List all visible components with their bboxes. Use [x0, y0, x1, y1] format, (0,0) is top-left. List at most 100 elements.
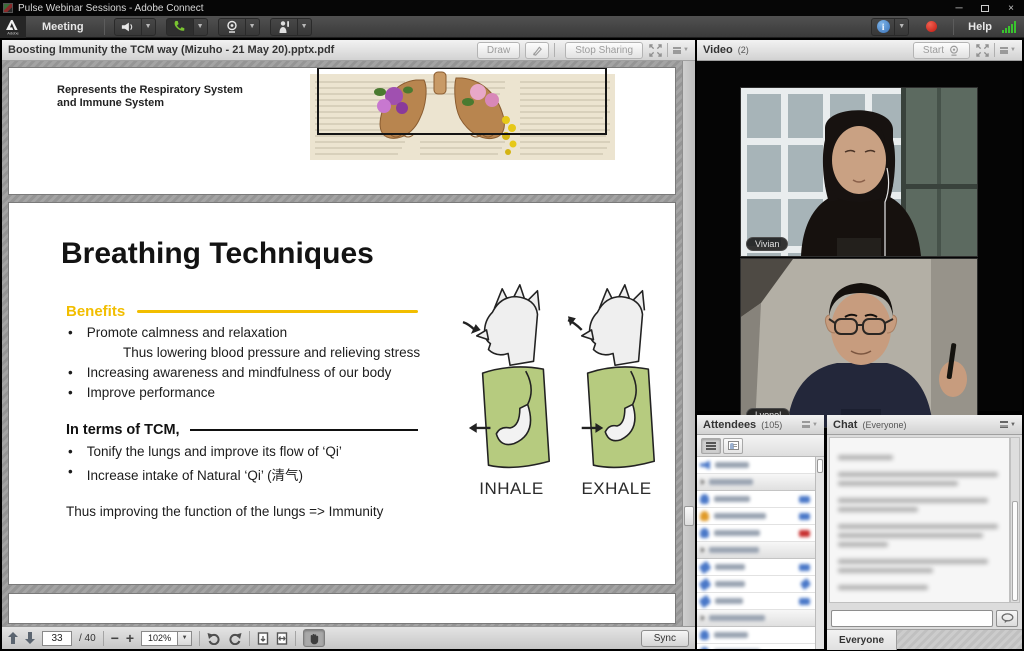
attendee-row-redacted[interactable] [697, 610, 815, 627]
pod-menu-icon [673, 47, 681, 54]
redo-button[interactable] [228, 632, 242, 645]
help-menu[interactable]: Help [968, 21, 992, 33]
zoom-in-button[interactable]: + [126, 631, 134, 645]
exhale-label: EXHALE [581, 479, 651, 499]
speaker-dropdown[interactable]: ▼ [142, 18, 156, 36]
raise-hand-button[interactable] [270, 18, 298, 36]
tab-everyone[interactable]: Everyone [827, 630, 897, 650]
attendees-pod: Attendees (105) ▼ [697, 415, 824, 649]
page-down-button[interactable] [25, 632, 35, 644]
attendees-scrollbar-thumb[interactable] [817, 459, 823, 473]
status-view-button[interactable] [723, 438, 743, 454]
phone-dropdown[interactable]: ▼ [194, 18, 208, 36]
pointer-pen-icon [532, 45, 543, 56]
speaker-button[interactable] [114, 18, 142, 36]
attendee-row-content [700, 547, 812, 553]
attendee-role-icon [698, 594, 711, 607]
attendees-scrollbar[interactable] [815, 457, 824, 649]
attendee-row-redacted[interactable] [697, 576, 815, 593]
close-button[interactable]: × [998, 0, 1024, 16]
webcam-button[interactable] [218, 18, 246, 36]
phone-icon [173, 20, 187, 34]
attendee-row-redacted[interactable] [697, 508, 815, 525]
attendee-row-redacted[interactable] [697, 457, 815, 474]
video-fullscreen-button[interactable] [976, 44, 989, 57]
pan-tool-button[interactable] [303, 629, 325, 647]
raise-hand-dropdown[interactable]: ▼ [298, 18, 312, 36]
group-expand-icon[interactable] [701, 547, 705, 553]
slide-closing-line: Thus improving the function of the lungs… [66, 504, 383, 519]
slide-page-next [8, 593, 676, 624]
attendee-row-content [700, 563, 812, 572]
zoom-out-button[interactable]: − [111, 631, 119, 645]
tcm-heading: In terms of TCM, [66, 422, 180, 438]
video-pod-header: Video (2) Start ▼ [697, 40, 1022, 61]
pod-menu-icon [1000, 47, 1008, 54]
chat-message-line-redacted [838, 542, 888, 547]
pointer-tool-button[interactable] [525, 42, 549, 59]
list-view-button[interactable] [701, 438, 721, 454]
chat-pod-menu-button[interactable]: ▼ [1000, 421, 1016, 428]
hand-icon [308, 632, 320, 645]
attendee-row-redacted[interactable] [697, 542, 815, 559]
chat-message-input[interactable] [831, 610, 993, 627]
page-number-input[interactable] [42, 631, 72, 646]
attendee-row-redacted[interactable] [697, 474, 815, 491]
attendee-row-redacted[interactable] [697, 627, 815, 644]
attendee-name-redacted [709, 615, 765, 621]
fit-width-button[interactable] [276, 632, 288, 645]
page-up-button[interactable] [8, 632, 18, 644]
meeting-menu[interactable]: Meeting [26, 21, 100, 33]
share-pod-menu-button[interactable]: ▼ [673, 47, 689, 54]
attendee-row-redacted[interactable] [697, 644, 815, 649]
attendees-pod-menu-button[interactable]: ▼ [802, 421, 818, 428]
stop-sharing-button[interactable]: Stop Sharing [565, 42, 643, 59]
meeting-info-dropdown[interactable]: ▼ [895, 18, 909, 36]
attendee-row-redacted[interactable] [697, 593, 815, 610]
chat-message-line-redacted [838, 481, 958, 486]
chat-scrollbar-thumb[interactable] [1012, 501, 1018, 601]
group-expand-icon[interactable] [701, 479, 705, 485]
attendee-row-redacted[interactable] [697, 559, 815, 576]
raise-hand-icon [277, 20, 291, 33]
attendee-name-redacted [715, 598, 743, 604]
attendee-row-redacted[interactable] [697, 525, 815, 542]
zoom-select[interactable]: 102% ▼ [141, 631, 192, 646]
draw-button[interactable]: Draw [477, 42, 520, 59]
restore-button[interactable] [972, 0, 998, 16]
svg-text:Adobe: Adobe [7, 30, 19, 35]
send-message-button[interactable] [996, 610, 1018, 627]
fullscreen-icon [649, 44, 662, 57]
slide-page-current: Breathing Techniques Benefits Promote ca… [8, 202, 676, 585]
sync-button[interactable]: Sync [641, 630, 689, 647]
phone-button[interactable] [166, 18, 194, 36]
attendee-row-redacted[interactable] [697, 491, 815, 508]
chat-scrollbar[interactable] [1010, 437, 1020, 603]
document-scrollbar-thumb[interactable] [684, 506, 694, 526]
zoom-dropdown-button[interactable]: ▼ [178, 631, 192, 646]
attendee-name-redacted [714, 632, 748, 638]
meeting-info-button[interactable]: i [871, 18, 895, 36]
webcam-dropdown[interactable]: ▼ [246, 18, 260, 36]
chat-pod-header: Chat (Everyone) ▼ [827, 415, 1022, 435]
attendee-role-icon [700, 647, 709, 649]
attendee-row-content [700, 494, 812, 504]
chat-message-area[interactable] [829, 437, 1010, 603]
chat-input-row [827, 607, 1022, 629]
speaker-icon [121, 21, 135, 33]
document-scrollbar[interactable] [682, 61, 695, 626]
group-expand-icon[interactable] [701, 615, 705, 621]
attendees-pod-header: Attendees (105) ▼ [697, 415, 824, 435]
document-viewport[interactable]: Represents the Respiratory System and Im… [2, 61, 695, 626]
undo-button[interactable] [207, 632, 221, 645]
app-icon [3, 3, 13, 13]
minimize-button[interactable]: ─ [946, 0, 972, 16]
video-pod-title: Video [703, 44, 733, 56]
bullet-item: Improve performance [66, 385, 466, 400]
fullscreen-button[interactable] [649, 44, 662, 57]
adobe-a-icon: Adobe [4, 18, 22, 36]
chat-scope: (Everyone) [862, 420, 906, 430]
fit-page-button[interactable] [257, 632, 269, 645]
video-pod-menu-button[interactable]: ▼ [1000, 47, 1016, 54]
start-webcam-button[interactable]: Start [913, 42, 970, 59]
